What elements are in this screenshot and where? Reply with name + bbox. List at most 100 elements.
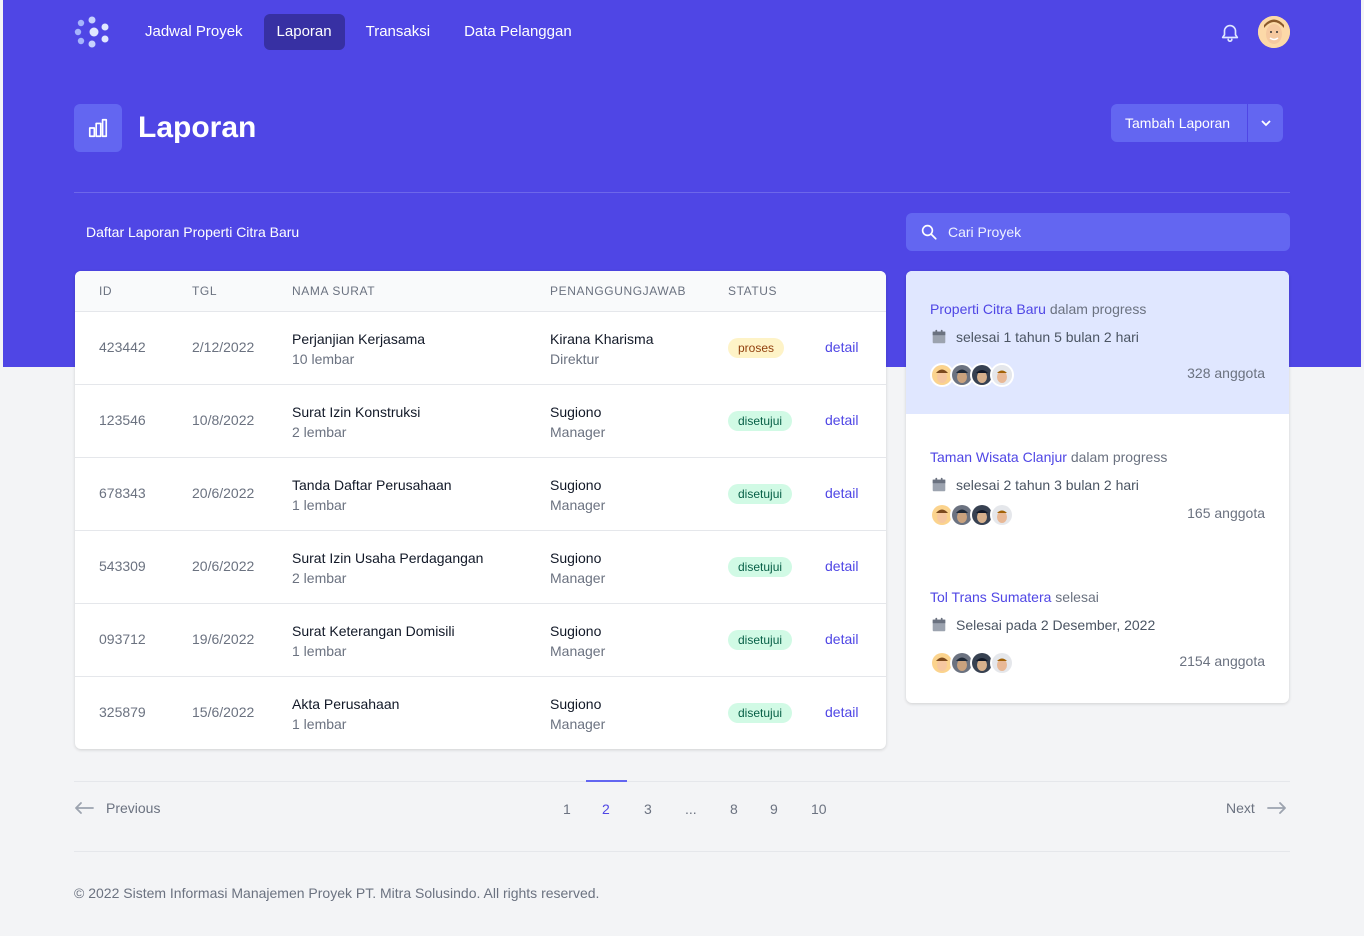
cell-id: 423442 [99,339,146,355]
column-header-id: ID [99,284,113,298]
previous-page-button[interactable]: Previous [74,800,160,816]
responsible-name: Sugiono [550,550,602,566]
add-report-button-group: Tambah Laporan [1111,104,1284,142]
next-page-button[interactable]: Next [1226,800,1287,816]
responsible-role: Direktur [550,351,600,367]
status-badge: disetujui [728,557,793,577]
document-name: Surat Keterangan Domisili [292,623,455,639]
status-badge: disetujui [728,484,793,504]
calendar-icon [932,617,946,632]
search-icon [921,224,937,240]
page-9[interactable]: 9 [770,800,778,818]
list-subtitle: Daftar Laporan Properti Citra Baru [86,224,300,240]
cell-date: 10/8/2022 [192,412,255,428]
table-header: ID TGL NAMA SURAT PENANGGUNGJAWAB STATUS [75,271,886,312]
document-name: Tanda Daftar Perusahaan [292,477,452,493]
member-avatars [930,651,1014,675]
add-report-button[interactable]: Tambah Laporan [1111,104,1248,142]
detail-link[interactable]: detail [825,412,858,428]
search-box [906,213,1290,251]
page-10[interactable]: 10 [811,800,827,818]
document-pages: 1 lembar [292,497,347,513]
search-input[interactable] [948,224,1268,240]
cell-date: 2/12/2022 [192,339,255,355]
responsible-name: Sugiono [550,623,602,639]
page-2[interactable]: 2 [602,800,610,818]
member-avatar [990,503,1014,527]
responsible-name: Kirana Kharisma [550,331,654,347]
project-state: dalam progress [1070,449,1168,465]
column-header-date: TGL [192,284,218,298]
project-item[interactable]: Properti Citra Baru dalam progress seles… [906,271,1289,414]
cell-date: 15/6/2022 [192,704,255,720]
project-name-link[interactable]: Taman Wisata Clanjur [930,449,1067,465]
project-title-line: Tol Trans Sumatera selesai [930,587,1099,607]
document-name: Surat Izin Usaha Perdagangan [292,550,484,566]
page-ellipsis: ... [685,801,697,817]
document-pages: 10 lembar [292,351,355,367]
project-title-line: Properti Citra Baru dalam progress [930,299,1146,319]
chevron-down-icon [1260,120,1271,127]
logo-icon[interactable] [74,16,110,48]
member-count: 2154 anggota [1179,653,1265,669]
page-title: Laporan [138,111,257,144]
nav-item-laporan[interactable]: Laporan [263,14,345,50]
responsible-name: Sugiono [550,696,602,712]
previous-label: Previous [106,800,161,816]
document-name: Akta Perusahaan [292,696,400,712]
project-state: selesai [1055,589,1099,605]
responsible-role: Manager [550,570,606,586]
project-timing: selesai 1 tahun 5 bulan 2 hari [956,329,1139,345]
nav-item-data-pelanggan[interactable]: Data Pelanggan [451,14,585,50]
cell-date: 20/6/2022 [192,558,255,574]
cell-document: Perjanjian Kerjasama 10 lembar [292,329,425,369]
cell-document: Tanda Daftar Perusahaan 1 lembar [292,475,452,515]
footer-divider [74,851,1290,852]
footer-copyright: © 2022 Sistem Informasi Manajemen Proyek… [74,885,600,901]
bell-icon[interactable] [1219,21,1241,43]
add-report-dropdown-button[interactable] [1247,104,1284,142]
project-timing: selesai 2 tahun 3 bulan 2 hari [956,477,1139,493]
cell-document: Akta Perusahaan 1 lembar [292,694,399,734]
cell-responsible: Sugiono Manager [550,402,605,442]
table-row: 678343 20/6/2022 Tanda Daftar Perusahaan… [75,458,886,531]
column-header-name: NAMA SURAT [292,284,376,298]
table-row: 093712 19/6/2022 Surat Keterangan Domisi… [75,604,886,677]
responsible-name: Sugiono [550,404,602,420]
member-count: 165 anggota [1187,505,1265,521]
member-avatar [990,363,1014,387]
app: Jadwal Proyek Laporan Transaksi Data Pel… [0,0,1364,936]
user-avatar[interactable] [1258,16,1290,48]
table-row: 325879 15/6/2022 Akta Perusahaan 1 lemba… [75,677,886,749]
nav-item-jadwal-proyek[interactable]: Jadwal Proyek [132,14,256,50]
cell-id: 325879 [99,704,146,720]
project-timing-line: selesai 2 tahun 3 bulan 2 hari [930,475,1139,495]
detail-link[interactable]: detail [825,631,858,647]
cell-date: 19/6/2022 [192,631,255,647]
project-state: dalam progress [1049,301,1147,317]
page-1[interactable]: 1 [563,800,571,818]
arrow-left-icon [75,802,94,814]
document-name: Surat Izin Konstruksi [292,404,421,420]
cell-document: Surat Izin Konstruksi 2 lembar [292,402,420,442]
nav-item-transaksi[interactable]: Transaksi [353,14,443,50]
main-nav: Jadwal Proyek Laporan Transaksi Data Pel… [132,14,585,50]
table-row: 543309 20/6/2022 Surat Izin Usaha Perdag… [75,531,886,604]
cell-id: 123546 [99,412,146,428]
detail-link[interactable]: detail [825,558,858,574]
project-name-link[interactable]: Properti Citra Baru [930,301,1046,317]
cell-responsible: Sugiono Manager [550,548,605,588]
project-name-link[interactable]: Tol Trans Sumatera [930,589,1051,605]
calendar-icon [932,477,946,492]
detail-link[interactable]: detail [825,485,858,501]
project-title-line: Taman Wisata Clanjur dalam progress [930,447,1167,467]
detail-link[interactable]: detail [825,704,858,720]
page-3[interactable]: 3 [644,800,652,818]
cell-document: Surat Izin Usaha Perdagangan 2 lembar [292,548,483,588]
page-8[interactable]: 8 [730,800,738,818]
current-page-indicator [586,780,627,782]
project-item[interactable]: Tol Trans Sumatera selesai Selesai pada … [906,554,1289,703]
document-pages: 1 lembar [292,716,347,732]
detail-link[interactable]: detail [825,339,858,355]
project-item[interactable]: Taman Wisata Clanjur dalam progress sele… [906,414,1289,554]
